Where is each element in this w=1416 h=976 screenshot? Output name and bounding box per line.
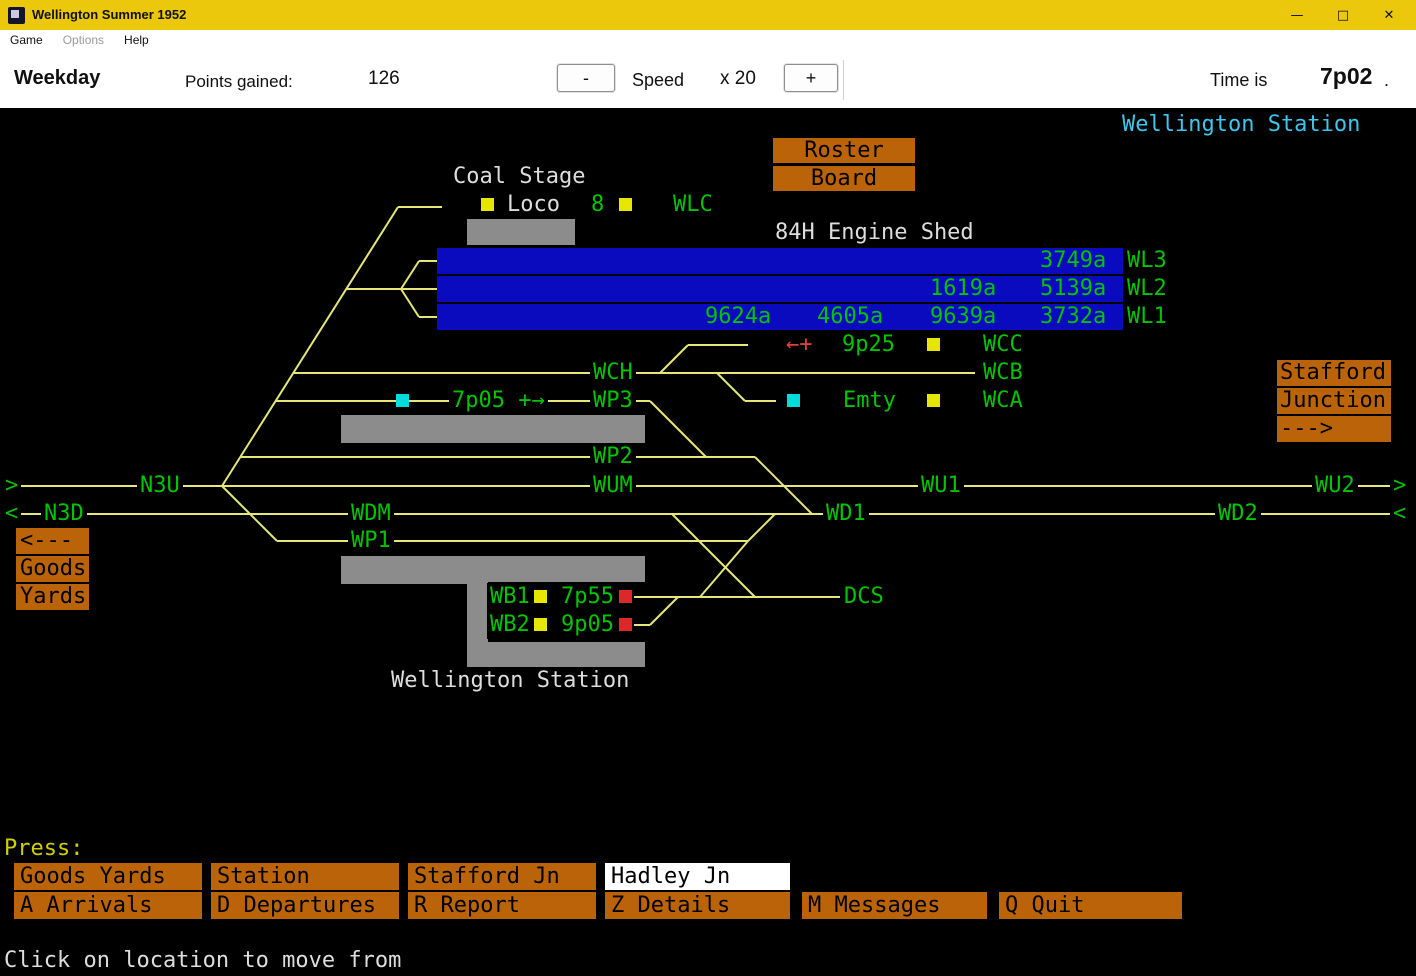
signal-square-red[interactable] <box>619 590 632 603</box>
berth-label-wp2[interactable]: WP2 <box>590 443 636 471</box>
coal-stage-label: Coal Stage <box>453 163 585 191</box>
maximize-button[interactable]: □ <box>1320 0 1366 30</box>
day-label: Weekday <box>14 67 100 90</box>
speed-label: Speed <box>632 70 684 91</box>
berth-label-n3u[interactable]: N3U <box>137 472 183 500</box>
signal-square-yellow[interactable] <box>534 590 547 603</box>
station-button[interactable]: Station <box>211 863 399 890</box>
berth-time-wcc[interactable]: 9p25 <box>839 331 898 359</box>
berth-label-dcs[interactable]: DCS <box>841 583 887 611</box>
loco-count-label: Loco <box>507 191 560 219</box>
stafford-exit-arrow[interactable]: ---> <box>1277 416 1391 442</box>
speed-value: x 20 <box>720 68 756 90</box>
berth-label-wb2[interactable]: WB2 <box>487 611 533 639</box>
app-icon <box>8 7 25 24</box>
berth-label-n3d[interactable]: N3D <box>41 500 87 528</box>
close-button[interactable]: ✕ <box>1366 0 1412 30</box>
statusbar-separator <box>843 60 844 100</box>
titlebar: Wellington Summer 1952 — □ ✕ <box>0 0 1416 30</box>
station-label: Wellington Station <box>391 667 629 695</box>
speed-decrease-button[interactable]: - <box>557 64 615 92</box>
signal-square-yellow[interactable] <box>534 618 547 631</box>
berth-label-wdm[interactable]: WDM <box>348 500 394 528</box>
menu-help[interactable]: Help <box>114 30 159 51</box>
berth-label-wl3[interactable]: WL3 <box>1124 247 1170 275</box>
berth-label-wd2[interactable]: WD2 <box>1215 500 1261 528</box>
berth-time-wb1[interactable]: 7p55 <box>558 583 617 611</box>
berth-label-wch[interactable]: WCH <box>590 359 636 387</box>
hadley-jn-button[interactable]: Hadley Jn <box>605 863 790 890</box>
points-value: 126 <box>368 68 400 90</box>
goods-yards-exit-line2[interactable]: Yards <box>16 584 89 610</box>
goods-yards-button[interactable]: Goods Yards <box>14 863 202 890</box>
berth-label-wum[interactable]: WUM <box>590 472 636 500</box>
app-window: Wellington Summer 1952 — □ ✕ Game Option… <box>0 0 1416 976</box>
berth-label-wl1[interactable]: WL1 <box>1124 303 1170 331</box>
up-main-exit-arrow: > <box>1390 472 1409 500</box>
track-lines <box>0 108 1416 976</box>
stafford-exit-line1[interactable]: Stafford <box>1277 360 1391 386</box>
prompt-text: Click on location to move from <box>4 947 401 975</box>
berth-label-wp3[interactable]: WP3 <box>590 387 636 415</box>
signal-square-yellow[interactable] <box>927 394 940 407</box>
berth-label-wl2[interactable]: WL2 <box>1124 275 1170 303</box>
minimize-button[interactable]: — <box>1274 0 1320 30</box>
messages-button[interactable]: M Messages <box>802 892 987 919</box>
berth-status-wca[interactable]: Emty <box>840 387 899 415</box>
board-button[interactable]: Board <box>773 166 915 191</box>
berth-label-wcb[interactable]: WCB <box>980 359 1026 387</box>
arrivals-button[interactable]: A Arrivals <box>14 892 202 919</box>
time-label: Time is <box>1210 70 1267 91</box>
details-button[interactable]: Z Details <box>605 892 790 919</box>
down-main-exit-arrow: < <box>2 500 21 528</box>
departures-button[interactable]: D Departures <box>211 892 399 919</box>
time-suffix: . <box>1384 70 1389 91</box>
loco-count-value: 8 <box>588 191 607 219</box>
berth-time-wb2[interactable]: 9p05 <box>558 611 617 639</box>
berth-label-wu1[interactable]: WU1 <box>918 472 964 500</box>
stafford-jn-button[interactable]: Stafford Jn <box>408 863 596 890</box>
berth-label-wp1[interactable]: WP1 <box>348 527 394 555</box>
berth-label-wu2[interactable]: WU2 <box>1312 472 1358 500</box>
window-title: Wellington Summer 1952 <box>32 7 186 22</box>
berth-label-wca[interactable]: WCA <box>980 387 1026 415</box>
goods-yards-exit-line1[interactable]: Goods <box>16 556 89 582</box>
berth-label-wlc[interactable]: WLC <box>670 191 716 219</box>
roster-button[interactable]: Roster <box>773 138 915 163</box>
signal-square-yellow[interactable] <box>619 198 632 211</box>
time-value: 7p02 <box>1320 63 1372 90</box>
report-button[interactable]: R Report <box>408 892 596 919</box>
signal-square-cyan[interactable] <box>787 394 800 407</box>
menubar: Game Options Help <box>0 30 1416 51</box>
signal-square-cyan[interactable] <box>396 394 409 407</box>
berth-label-wb1[interactable]: WB1 <box>487 583 533 611</box>
signal-square-yellow[interactable] <box>481 198 494 211</box>
signal-square-yellow[interactable] <box>927 338 940 351</box>
points-label: Points gained: <box>185 72 293 92</box>
stafford-exit-line2[interactable]: Junction <box>1277 388 1391 414</box>
berth-label-wd1[interactable]: WD1 <box>823 500 869 528</box>
goods-yards-exit-arrow[interactable]: <--- <box>16 528 89 554</box>
up-main-entry-arrow: > <box>2 472 21 500</box>
window-controls: — □ ✕ <box>1274 0 1412 30</box>
press-label: Press: <box>4 835 83 863</box>
quit-button[interactable]: Q Quit <box>999 892 1182 919</box>
berth-time-wp3[interactable]: 7p05 +→ <box>449 387 548 415</box>
region-title: Wellington Station <box>1122 111 1360 139</box>
shunt-arrow-left: ←+ <box>784 331 815 359</box>
berth-label-wcc[interactable]: WCC <box>980 331 1026 359</box>
menu-options: Options <box>53 30 114 51</box>
signal-square-red[interactable] <box>619 618 632 631</box>
engine-shed-title: 84H Engine Shed <box>775 219 974 247</box>
statusbar: Weekday Points gained: 126 - Speed x 20 … <box>0 51 1416 108</box>
track-diagram: 3749a 1619a 5139a 9624a 4605a 9639a 3732… <box>0 108 1416 976</box>
down-main-entry-arrow: < <box>1390 500 1409 528</box>
speed-increase-button[interactable]: + <box>784 64 838 92</box>
menu-game[interactable]: Game <box>0 30 53 51</box>
